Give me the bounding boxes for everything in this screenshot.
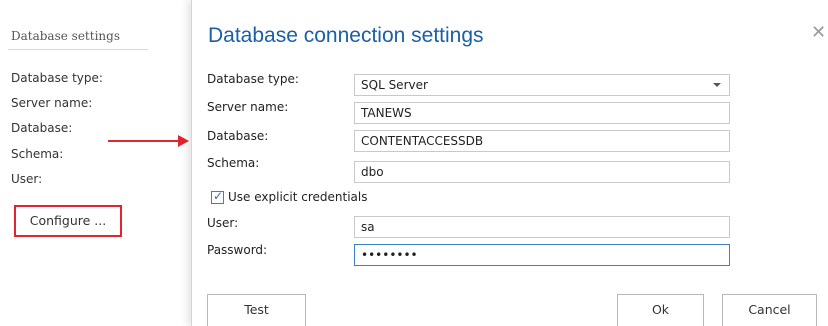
user-input[interactable]: sa xyxy=(354,216,730,238)
database-label: Database: xyxy=(207,129,269,143)
user-label: User: xyxy=(207,216,239,230)
ok-button[interactable]: Ok xyxy=(617,294,704,326)
dialog-title: Database connection settings xyxy=(208,24,484,47)
bg-label-user: User: xyxy=(11,172,43,186)
server-name-label: Server name: xyxy=(207,100,289,114)
checkmark-icon: ✓ xyxy=(213,189,224,203)
explicit-credentials-label[interactable]: Use explicit credentials xyxy=(228,190,367,204)
database-type-select[interactable]: SQL Server xyxy=(354,74,730,96)
schema-label: Schema: xyxy=(207,156,260,170)
cancel-button[interactable]: Cancel xyxy=(722,294,817,326)
schema-input[interactable]: dbo xyxy=(354,161,730,183)
password-label: Password: xyxy=(207,243,268,257)
server-name-input[interactable]: TANEWS xyxy=(354,102,730,124)
bg-label-database-type: Database type: xyxy=(11,71,103,85)
title-divider xyxy=(8,49,148,50)
bg-label-database: Database: xyxy=(11,121,73,135)
bg-label-server-name: Server name: xyxy=(11,96,93,110)
explicit-credentials-checkbox[interactable]: ✓ xyxy=(211,189,224,204)
database-input[interactable]: CONTENTACCESSDB xyxy=(354,130,730,152)
chevron-down-icon xyxy=(713,83,721,87)
configure-button[interactable]: Configure ... xyxy=(19,210,117,232)
close-icon[interactable]: ✕ xyxy=(811,24,826,42)
annotation-arrow-head xyxy=(178,135,189,147)
password-input[interactable]: •••••••• xyxy=(354,244,730,266)
database-type-value: SQL Server xyxy=(361,78,428,92)
database-settings-title: Database settings xyxy=(11,29,120,43)
test-button[interactable]: Test xyxy=(207,294,306,326)
background-panel: Database settings Database type: Server … xyxy=(0,0,190,326)
database-connection-dialog: Database connection settings ✕ Database … xyxy=(191,0,828,326)
database-type-label: Database type: xyxy=(207,72,299,86)
annotation-arrow-line xyxy=(108,140,180,142)
bg-label-schema: Schema: xyxy=(11,147,64,161)
